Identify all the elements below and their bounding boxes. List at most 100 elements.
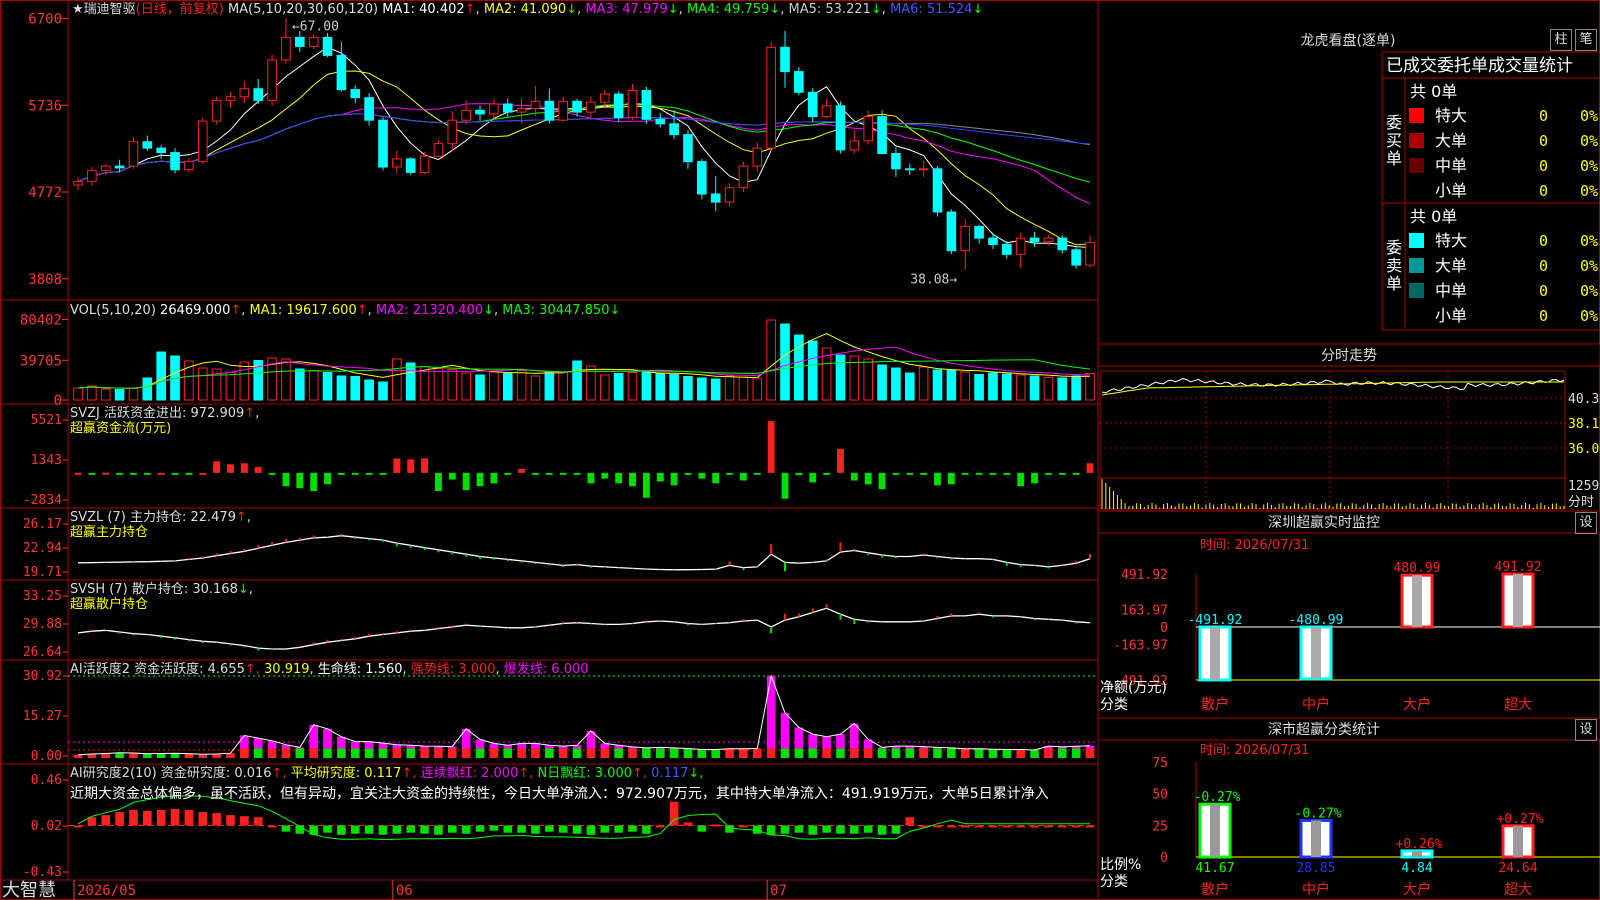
sz-monitor-settings-button[interactable]: 设 [1575, 512, 1597, 534]
candle-body [558, 100, 569, 121]
outer-frame [0, 0, 1600, 900]
svzj-bar [587, 472, 595, 484]
candle-body [1071, 249, 1081, 266]
stroke-view-button[interactable]: 笔 [1575, 29, 1597, 51]
svzj-bar [823, 472, 831, 475]
activity-base-bar [406, 748, 416, 758]
activity-y-tick: 15.27 [23, 709, 62, 724]
research-bar [1085, 825, 1095, 828]
research-bar [1030, 825, 1039, 828]
candle-body [627, 90, 638, 118]
research-bar [309, 825, 318, 835]
research-bar [600, 825, 610, 833]
main-chart-area[interactable]: 6700 5736 4772 3808 ←67.00 38.08→ ★瑞迪智驱(日线，前复权… [0, 0, 1600, 900]
research-bar [572, 825, 582, 834]
candle-body [461, 109, 471, 121]
volume-bar [572, 360, 582, 401]
activity-high-bar [253, 738, 263, 749]
activity-base-bar [461, 748, 471, 758]
volume-bar [87, 385, 97, 401]
research-bar [974, 825, 984, 828]
volume-bar [835, 354, 846, 401]
research-bar [808, 825, 818, 835]
research-bar [101, 815, 111, 826]
svzj-bar [1044, 472, 1052, 475]
svzj-bar [448, 472, 456, 480]
activity-y-tick: 0.00 [31, 749, 62, 764]
svzj-bar [407, 459, 415, 473]
activity-base-bar [739, 748, 748, 758]
sell-orders-color-swatch [1409, 258, 1424, 273]
svzj-bar [545, 472, 553, 475]
activity-base-bar [725, 748, 734, 758]
svzj-y-tick: 5521 [31, 413, 62, 428]
volume-bar [641, 371, 652, 401]
volume-bar [308, 370, 319, 401]
research-header: AI研究度2(10) 资金研究度: 0.016↑, 平均研究度: 0.117↑,… [70, 765, 703, 781]
candle-body [156, 147, 166, 154]
buy-orders-row-pct: 0% [1580, 157, 1598, 175]
research-bar [891, 825, 901, 834]
price-y-tick: 4772 [28, 185, 62, 201]
research-bar [711, 824, 720, 827]
activity-base-bar [337, 748, 346, 758]
candle-body [142, 141, 153, 149]
volume-bar [752, 377, 763, 401]
svzj-header: SVZJ 活跃资金进出: 972.909↑, [70, 405, 259, 421]
price-header: ★瑞迪智驱(日线，前复权) MA(5,10,20,30,60,120) MA1:… [72, 1, 983, 17]
research-bar [822, 825, 831, 833]
candle-body [211, 99, 222, 122]
svzj-bar [296, 472, 304, 489]
volume-bar [364, 379, 374, 401]
candle-body [1043, 237, 1054, 243]
activity-base-bar [240, 748, 249, 758]
activity-base-bar [309, 748, 318, 758]
volume-bar [891, 367, 901, 401]
svzj-bar [88, 472, 96, 475]
svzj-bar [365, 472, 373, 475]
volume-bar [225, 372, 236, 401]
candle-body [364, 97, 374, 121]
activity-high-bar [836, 734, 845, 749]
research-bar [240, 816, 249, 826]
volume-bar [946, 369, 957, 401]
sz-class-settings-button[interactable]: 设 [1575, 719, 1597, 741]
sz-monitor-y-tick: 0 [1160, 621, 1168, 636]
activity-base-bar [1071, 748, 1081, 758]
candle-body [794, 71, 804, 93]
research-commentary: 近期大资金总体偏多，虽不活跃，但有异动，宜关注大资金的持续性，今日大单净流入：9… [70, 785, 1049, 802]
svzj-bar [850, 472, 858, 481]
research-bar [545, 825, 554, 832]
volume-bar [807, 340, 818, 401]
candle-body [988, 237, 998, 245]
candle-body [100, 165, 111, 172]
price-y-tick: 3808 [28, 272, 62, 288]
activity-base-bar [642, 748, 651, 758]
candle-body [960, 225, 971, 252]
research-bar [323, 825, 332, 833]
volume-bar [863, 358, 873, 401]
candle-body [114, 165, 125, 169]
activity-base-bar [392, 748, 402, 758]
research-bar [517, 825, 526, 833]
activity-base-bar [947, 748, 956, 758]
research-bar [586, 825, 596, 835]
sz-monitor-time: 时间: 2026/07/31 [1200, 538, 1309, 553]
volume-bar [558, 371, 569, 401]
candle-body [586, 101, 596, 113]
svzj-bar [629, 472, 636, 487]
svzj-bar [227, 464, 234, 473]
volume-bar [239, 361, 250, 401]
activity-base-bar [850, 748, 859, 758]
date-label: 06 [396, 883, 413, 899]
research-bar [170, 808, 180, 826]
svzj-bar [934, 472, 941, 486]
research-bar [933, 825, 942, 828]
candle-body [475, 109, 485, 115]
activity-high-bar [808, 734, 818, 749]
column-view-button[interactable]: 柱 [1550, 29, 1572, 51]
volume-bar [918, 366, 929, 401]
candle-body [752, 147, 763, 167]
volume-bar [960, 371, 971, 401]
candle-body [544, 100, 555, 121]
